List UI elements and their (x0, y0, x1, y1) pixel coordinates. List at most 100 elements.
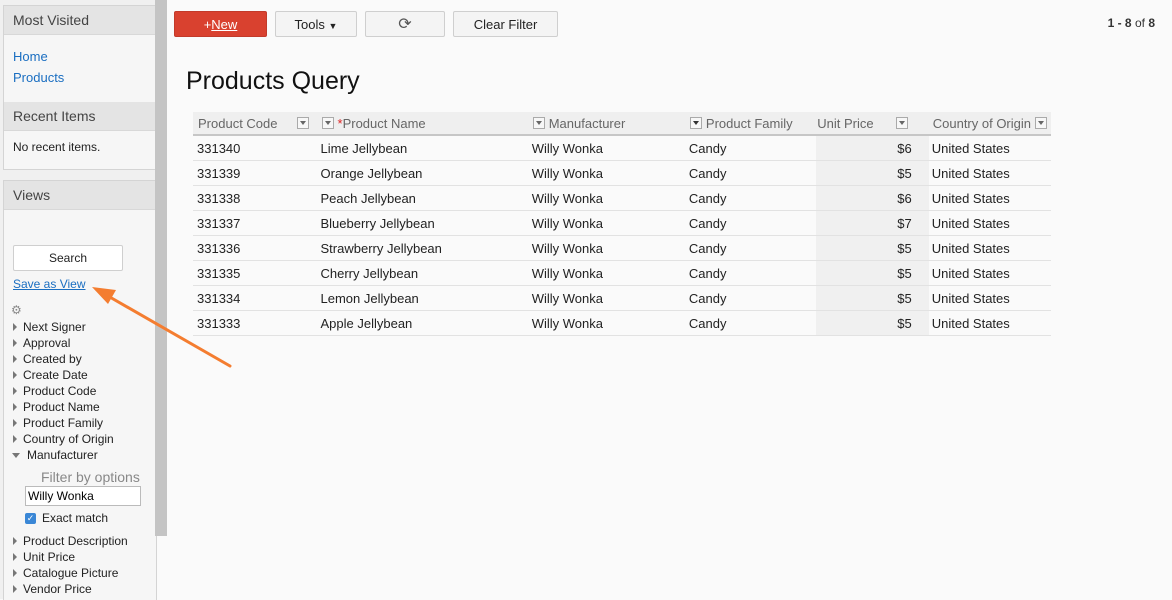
page-title: Products Query (186, 67, 360, 95)
table-cell: Peach Jellybean (312, 185, 528, 211)
table-cell: Willy Wonka (527, 285, 685, 311)
table-cell: Apple Jellybean (312, 310, 528, 336)
field-item[interactable]: Catalogue Picture (13, 565, 128, 581)
column-header[interactable]: Manufacturer (527, 112, 685, 136)
home-link[interactable]: Home (13, 49, 48, 64)
table-cell: Blueberry Jellybean (312, 210, 528, 236)
column-header-label: Product Family (706, 116, 793, 131)
field-item[interactable]: Product Description (13, 533, 128, 549)
manufacturer-filter-input[interactable] (25, 486, 141, 506)
column-menu-icon[interactable] (895, 117, 908, 129)
field-label: Created by (23, 352, 82, 366)
table-cell: $6 (816, 185, 929, 211)
column-header[interactable]: *Product Name (312, 112, 528, 136)
table-cell: United States (928, 160, 1051, 186)
field-list: Next Signer Approval Created by Create Date… (13, 319, 114, 447)
table-cell: Willy Wonka (527, 260, 685, 286)
table-cell: 331340 (193, 135, 313, 161)
table-cell: Candy (684, 210, 817, 236)
sidebar-scrollbar[interactable] (155, 0, 167, 536)
column-header[interactable]: Product Family (684, 112, 817, 136)
tools-button[interactable]: Tools ▼ (275, 11, 357, 37)
chevron-right-icon (13, 371, 17, 379)
chevron-right-icon (13, 537, 17, 545)
table-cell: United States (928, 135, 1051, 161)
column-header[interactable]: Country of Origin (928, 112, 1051, 136)
table-body: 331340 Lime Jellybean Willy Wonka Candy $6 Un… (193, 135, 1051, 336)
recent-items-empty: No recent items. (13, 140, 101, 154)
clear-filter-button[interactable]: Clear Filter (453, 11, 558, 37)
column-header[interactable]: Product Code (193, 112, 313, 136)
exact-match-label: Exact match (42, 511, 109, 525)
views-panel: Views Search Save as View ⚙ Next Signer A… (3, 180, 157, 600)
products-table: Product Code *Product Name Manufacturer Pro… (193, 112, 1051, 336)
column-menu-icon[interactable] (532, 117, 545, 129)
refresh-icon: ⟳ (398, 16, 412, 33)
field-item[interactable]: Create Date (13, 367, 114, 383)
checkbox-checked-icon[interactable]: ✓ (25, 512, 36, 524)
table-cell: Willy Wonka (527, 185, 685, 211)
table-cell: 331337 (193, 210, 313, 236)
table-row[interactable]: 331338 Peach Jellybean Willy Wonka Candy $6 U… (193, 185, 1051, 211)
table-cell: Strawberry Jellybean (312, 235, 528, 261)
field-item[interactable]: Approval (13, 335, 114, 351)
column-header-label: Product Code (198, 116, 278, 131)
column-menu-icon[interactable] (321, 117, 334, 129)
column-menu-icon[interactable] (296, 117, 309, 129)
table-row[interactable]: 331337 Blueberry Jellybean Willy Wonka Cand… (193, 210, 1051, 236)
field-item[interactable]: Country of Origin (13, 431, 114, 447)
tools-button-label: Tools (294, 16, 325, 32)
chevron-down-icon (12, 453, 20, 458)
products-link[interactable]: Products (13, 70, 64, 85)
field-label: Product Family (23, 416, 104, 430)
search-button[interactable]: Search (13, 245, 123, 271)
chevron-right-icon (13, 339, 17, 347)
column-header-label: Unit Price (817, 116, 873, 131)
field-item[interactable]: Next Signer (13, 319, 114, 335)
column-menu-icon[interactable] (1035, 117, 1047, 129)
column-label: Product Family (705, 115, 793, 131)
refresh-button[interactable]: ⟳ (365, 11, 445, 37)
field-label: Unit Price (23, 550, 76, 564)
chevron-right-icon (13, 387, 17, 395)
field-item[interactable]: Vendor Price (13, 581, 128, 597)
table-row[interactable]: 331336 Strawberry Jellybean Willy Wonka Can… (193, 235, 1051, 261)
caret-down-icon: ▼ (328, 20, 338, 31)
field-item[interactable]: Product Code (13, 383, 114, 399)
table-row[interactable]: 331339 Orange Jellybean Willy Wonka Candy $5… (193, 160, 1051, 186)
expanded-field: Manufacturer (12, 447, 98, 463)
paging-total: 8 (1148, 16, 1155, 30)
chevron-right-icon (13, 553, 17, 561)
table-cell: 331338 (193, 185, 313, 211)
new-button[interactable]: +New (174, 11, 267, 37)
field-manufacturer[interactable]: Manufacturer (12, 447, 98, 463)
table-row[interactable]: 331334 Lemon Jellybean Willy Wonka Candy $5 U… (193, 285, 1051, 311)
table-row[interactable]: 331333 Apple Jellybean Willy Wonka Candy $5 U… (193, 310, 1051, 336)
column-label: Unit Price (817, 115, 874, 131)
field-item[interactable]: Product Family (13, 415, 114, 431)
table-cell: $5 (816, 310, 929, 336)
table-cell: United States (928, 260, 1051, 286)
filter-active-icon[interactable] (689, 117, 702, 129)
table-cell: Cherry Jellybean (312, 260, 528, 286)
table-cell: Candy (684, 260, 817, 286)
table-row[interactable]: 331340 Lime Jellybean Willy Wonka Candy $6 Un… (193, 135, 1051, 161)
table-cell: Candy (684, 135, 817, 161)
chevron-right-icon (13, 355, 17, 363)
exact-match-checkbox[interactable]: ✓ Exact match (25, 511, 108, 525)
table-row[interactable]: 331335 Cherry Jellybean Willy Wonka Candy $5… (193, 260, 1051, 286)
field-label: Product Description (23, 534, 128, 548)
save-as-view-link[interactable]: Save as View (13, 277, 86, 291)
table-cell: $5 (816, 285, 929, 311)
new-button-label: New (211, 16, 238, 32)
column-header[interactable]: Unit Price (816, 112, 929, 136)
table-cell: Willy Wonka (527, 235, 685, 261)
field-item[interactable]: Unit Price (13, 549, 128, 565)
gear-icon[interactable]: ⚙ (11, 303, 22, 317)
field-item[interactable]: Created by (13, 351, 114, 367)
column-label: Product Code (198, 115, 278, 131)
field-item[interactable]: Product Name (13, 399, 114, 415)
table-header-row: Product Code *Product Name Manufacturer Pro… (193, 112, 1051, 136)
field-label: Product Name (23, 400, 100, 414)
paging-info: 1 - 8 of 8 (1108, 16, 1155, 30)
